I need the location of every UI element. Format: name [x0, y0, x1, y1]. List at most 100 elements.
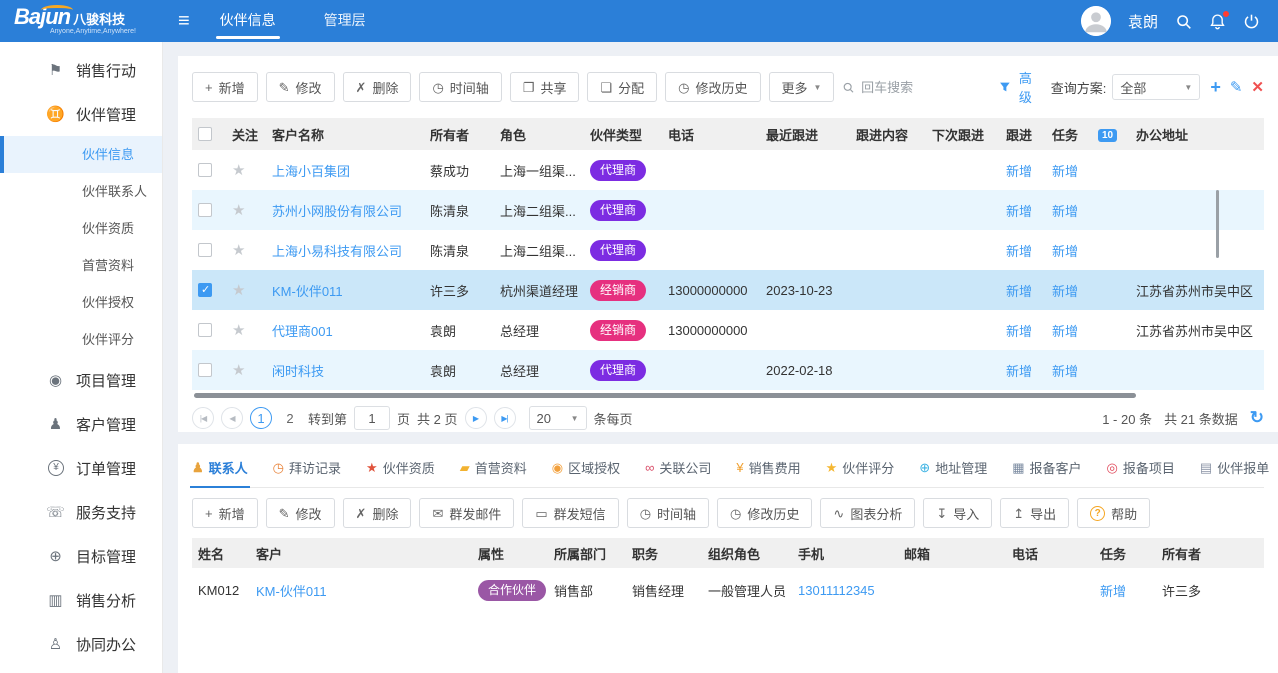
- sidebar-item-partner-info[interactable]: 伙伴信息: [0, 136, 162, 173]
- add-task-link[interactable]: 新增: [1100, 584, 1126, 599]
- page-size-select[interactable]: 20 ▼: [529, 406, 587, 430]
- edit-scheme-icon[interactable]: ✎: [1230, 80, 1243, 95]
- sidebar-item-sales-analysis[interactable]: ▥销售分析: [0, 578, 162, 622]
- detail-tab-related-company[interactable]: ∞关联公司: [645, 452, 711, 487]
- user-name[interactable]: 袁朗: [1128, 11, 1158, 32]
- favorite-star-icon[interactable]: ★: [232, 202, 245, 219]
- first-page-button[interactable]: |◀: [192, 407, 214, 429]
- row-checkbox[interactable]: [198, 363, 212, 377]
- sidebar-item-partner-management[interactable]: ♊伙伴管理: [0, 92, 162, 136]
- detail-tab-partner-score[interactable]: ★伙伴评分: [826, 452, 895, 487]
- timeline-button[interactable]: ◷时间轴: [419, 72, 501, 102]
- add-task-link[interactable]: 新增: [1052, 164, 1078, 179]
- delete-button[interactable]: ✗删除: [343, 72, 412, 102]
- sidebar-item-collaboration[interactable]: ♙协同办公: [0, 622, 162, 666]
- favorite-star-icon[interactable]: ★: [232, 322, 245, 339]
- add-scheme-icon[interactable]: +: [1210, 78, 1221, 96]
- table-row[interactable]: ★上海小百集团蔡成功上海一组渠...代理商新增新增: [192, 150, 1264, 190]
- add-button[interactable]: +新增: [192, 498, 258, 528]
- customer-link[interactable]: KM-伙伴011: [256, 584, 327, 599]
- table-row[interactable]: ★代理商001袁朗总经理经销商13000000000新增新增江苏省苏州市吴中区: [192, 310, 1264, 350]
- add-task-link[interactable]: 新增: [1052, 364, 1078, 379]
- vertical-scrollbar[interactable]: [1216, 190, 1219, 258]
- edit-history-button[interactable]: ◷修改历史: [717, 498, 812, 528]
- table-row[interactable]: ★KM-伙伴011许三多杭州渠道经理经销商130000000002023-10-…: [192, 270, 1264, 310]
- import-button[interactable]: ↧导入: [923, 498, 992, 528]
- customer-name-link[interactable]: 上海小百集团: [272, 164, 350, 179]
- sidebar-item-first-sale-data[interactable]: 首营资料: [0, 247, 162, 284]
- row-checkbox[interactable]: [198, 163, 212, 177]
- favorite-star-icon[interactable]: ★: [232, 362, 245, 379]
- customer-name-link[interactable]: 代理商001: [272, 324, 333, 339]
- add-follow-link[interactable]: 新增: [1006, 284, 1032, 299]
- customer-name-link[interactable]: KM-伙伴011: [272, 284, 343, 299]
- edit-history-button[interactable]: ◷修改历史: [665, 72, 760, 102]
- next-page-button[interactable]: ▶: [465, 407, 487, 429]
- advanced-search-link[interactable]: 高级: [1019, 68, 1041, 106]
- sidebar-item-sales-action[interactable]: ⚑销售行动: [0, 48, 162, 92]
- edit-button[interactable]: ✎修改: [266, 498, 335, 528]
- sidebar-item-customer-management[interactable]: ♟客户管理: [0, 402, 162, 446]
- delete-scheme-icon[interactable]: ✕: [1251, 80, 1264, 95]
- customer-name-link[interactable]: 苏州小网股份有限公司: [272, 204, 402, 219]
- row-checkbox[interactable]: [198, 203, 212, 217]
- table-row[interactable]: ★闲时科技袁朗总经理代理商2022-02-18新增新增: [192, 350, 1264, 390]
- bulk-sms-button[interactable]: ▭群发短信: [522, 498, 618, 528]
- row-checkbox[interactable]: [198, 323, 212, 337]
- mobile-link[interactable]: 13011112345: [798, 583, 875, 598]
- filter-funnel-icon[interactable]: [999, 80, 1011, 94]
- add-task-link[interactable]: 新增: [1052, 244, 1078, 259]
- query-scheme-select[interactable]: 全部 ▼: [1112, 74, 1200, 100]
- detail-tab-reported-customers[interactable]: ▦报备客户: [1012, 452, 1081, 487]
- add-follow-link[interactable]: 新增: [1006, 324, 1032, 339]
- nav-tab-management[interactable]: 管理层: [300, 0, 390, 42]
- page-2-button[interactable]: 2: [279, 407, 301, 429]
- add-button[interactable]: +新增: [192, 72, 258, 102]
- app-logo[interactable]: Bajun 八骏科技 Anyone,Anytime,Anywhere!: [14, 7, 172, 35]
- delete-button[interactable]: ✗删除: [343, 498, 412, 528]
- chart-analysis-button[interactable]: ∿图表分析: [820, 498, 915, 528]
- sidebar-item-partner-qualification[interactable]: 伙伴资质: [0, 210, 162, 247]
- detail-tab-sales-expense[interactable]: ¥销售费用: [736, 452, 800, 487]
- sidebar-item-inventory[interactable]: ▦进销存: [0, 666, 162, 673]
- favorite-star-icon[interactable]: ★: [232, 162, 245, 179]
- table-row[interactable]: ★苏州小网股份有限公司陈清泉上海二组渠...代理商新增新增: [192, 190, 1264, 230]
- sidebar-item-project-management[interactable]: ◉项目管理: [0, 358, 162, 402]
- add-task-link[interactable]: 新增: [1052, 324, 1078, 339]
- table-row[interactable]: ★上海小易科技有限公司陈清泉上海二组渠...代理商新增新增: [192, 230, 1264, 270]
- detail-tab-contacts[interactable]: ♟联系人: [192, 452, 248, 487]
- sidebar-item-service-support[interactable]: ☏服务支持: [0, 490, 162, 534]
- avatar[interactable]: [1081, 6, 1111, 36]
- search-icon[interactable]: [1175, 13, 1192, 30]
- page-1-button[interactable]: 1: [250, 407, 272, 429]
- add-follow-link[interactable]: 新增: [1006, 204, 1032, 219]
- goto-page-input[interactable]: [354, 406, 390, 430]
- customer-name-link[interactable]: 闲时科技: [272, 364, 324, 379]
- add-follow-link[interactable]: 新增: [1006, 164, 1032, 179]
- row-checkbox[interactable]: [198, 283, 212, 297]
- refresh-icon[interactable]: ↻: [1250, 408, 1264, 428]
- add-follow-link[interactable]: 新增: [1006, 244, 1032, 259]
- prev-page-button[interactable]: ◀: [221, 407, 243, 429]
- sidebar-item-partner-contact[interactable]: 伙伴联系人: [0, 173, 162, 210]
- assign-button[interactable]: ❏分配: [587, 72, 657, 102]
- power-icon[interactable]: [1243, 13, 1260, 30]
- sidebar-item-goal-management[interactable]: ⊕目标管理: [0, 534, 162, 578]
- more-button[interactable]: 更多▼: [769, 72, 835, 102]
- bell-icon[interactable]: [1209, 13, 1226, 30]
- export-button[interactable]: ↥导出: [1000, 498, 1069, 528]
- sidebar-item-order-management[interactable]: ¥订单管理: [0, 446, 162, 490]
- add-follow-link[interactable]: 新增: [1006, 364, 1032, 379]
- sidebar-item-partner-authorization[interactable]: 伙伴授权: [0, 284, 162, 321]
- detail-tab-visit-records[interactable]: ◷拜访记录: [273, 452, 341, 487]
- table-row[interactable]: KM012KM-伙伴011合作伙伴销售部销售经理一般管理人员1301111234…: [192, 568, 1264, 612]
- help-button[interactable]: ?帮助: [1077, 498, 1150, 528]
- add-task-link[interactable]: 新增: [1052, 284, 1078, 299]
- menu-icon[interactable]: ≡: [178, 0, 190, 42]
- detail-tab-first-sale-data[interactable]: ▰首营资料: [460, 452, 527, 487]
- detail-tab-address-management[interactable]: ⊕地址管理: [919, 452, 987, 487]
- detail-tab-reported-projects[interactable]: ◎报备项目: [1107, 452, 1175, 487]
- detail-tab-partner-quotation[interactable]: ▤伙伴报单: [1200, 452, 1269, 487]
- select-all-checkbox[interactable]: [198, 127, 212, 141]
- customer-name-link[interactable]: 上海小易科技有限公司: [272, 244, 402, 259]
